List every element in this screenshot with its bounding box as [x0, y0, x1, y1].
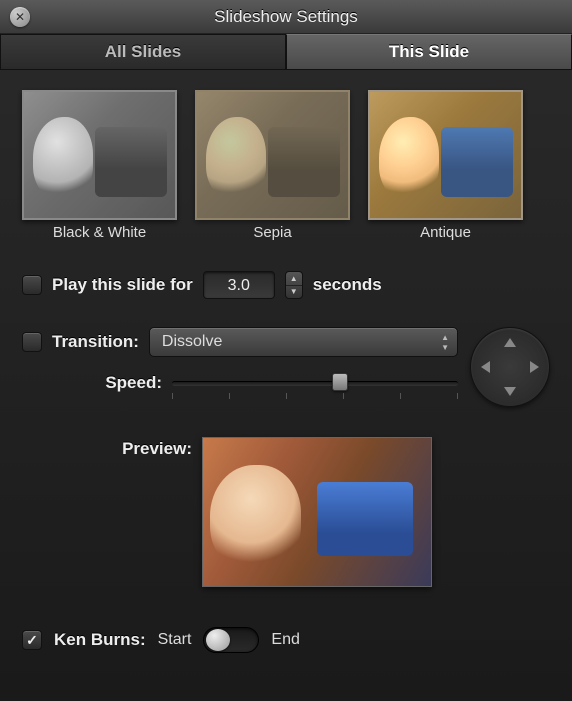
stepper-up-icon[interactable]: ▲ [286, 272, 302, 286]
preview-label: Preview: [22, 437, 192, 587]
direction-down-button[interactable] [504, 387, 516, 396]
transition-label: Transition: [52, 332, 139, 352]
transition-area: Transition: Dissolve ▲▼ Speed: [22, 327, 550, 409]
slider-knob[interactable] [332, 373, 348, 391]
window-title: Slideshow Settings [0, 7, 572, 27]
close-button[interactable]: ✕ [10, 7, 30, 27]
effect-label: Sepia [195, 224, 350, 241]
effect-thumbnail [368, 90, 523, 220]
effect-thumbnail [22, 90, 177, 220]
play-duration-input[interactable]: 3.0 [203, 271, 275, 299]
tab-all-slides[interactable]: All Slides [0, 34, 286, 70]
tab-bar: All Slides This Slide [0, 34, 572, 70]
close-icon: ✕ [15, 10, 25, 24]
effect-antique[interactable]: Antique [368, 90, 523, 241]
direction-right-button[interactable] [530, 361, 539, 373]
play-duration-row: Play this slide for 3.0 ▲ ▼ seconds [22, 271, 550, 299]
slider-track [172, 381, 458, 386]
play-duration-stepper[interactable]: ▲ ▼ [285, 271, 303, 299]
effect-sepia[interactable]: Sepia [195, 90, 350, 241]
tab-this-slide[interactable]: This Slide [286, 34, 572, 70]
transition-selected: Dissolve [162, 333, 222, 351]
effect-label: Antique [368, 224, 523, 241]
preview-box[interactable] [202, 437, 432, 587]
play-duration-checkbox[interactable] [22, 275, 42, 295]
speed-label: Speed: [22, 373, 162, 393]
ken-burns-switch[interactable] [203, 627, 259, 653]
speed-slider[interactable] [172, 373, 458, 393]
titlebar: ✕ Slideshow Settings [0, 0, 572, 34]
content-area: Black & White Sepia Antique Play this sl… [0, 70, 572, 673]
slider-ticks [172, 393, 458, 399]
direction-up-button[interactable] [504, 338, 516, 347]
transition-checkbox[interactable] [22, 332, 42, 352]
ken-burns-row: Ken Burns: Start End [22, 627, 550, 653]
preview-image [203, 438, 431, 586]
ken-burns-checkbox[interactable] [22, 630, 42, 650]
ken-burns-end-label: End [271, 631, 299, 649]
dropdown-arrows-icon: ▲▼ [441, 333, 449, 352]
ken-burns-label: Ken Burns: [54, 630, 146, 650]
switch-knob [206, 629, 230, 651]
play-duration-prefix: Play this slide for [52, 275, 193, 295]
direction-left-button[interactable] [481, 361, 490, 373]
preview-row: Preview: [22, 437, 550, 587]
transition-dropdown[interactable]: Dissolve ▲▼ [149, 327, 458, 357]
stepper-down-icon[interactable]: ▼ [286, 286, 302, 299]
effects-row: Black & White Sepia Antique [22, 90, 550, 241]
effect-thumbnail [195, 90, 350, 220]
effect-label: Black & White [22, 224, 177, 241]
play-duration-suffix: seconds [313, 275, 382, 295]
effect-black-white[interactable]: Black & White [22, 90, 177, 241]
direction-pad [470, 327, 550, 407]
ken-burns-start-label: Start [158, 631, 192, 649]
